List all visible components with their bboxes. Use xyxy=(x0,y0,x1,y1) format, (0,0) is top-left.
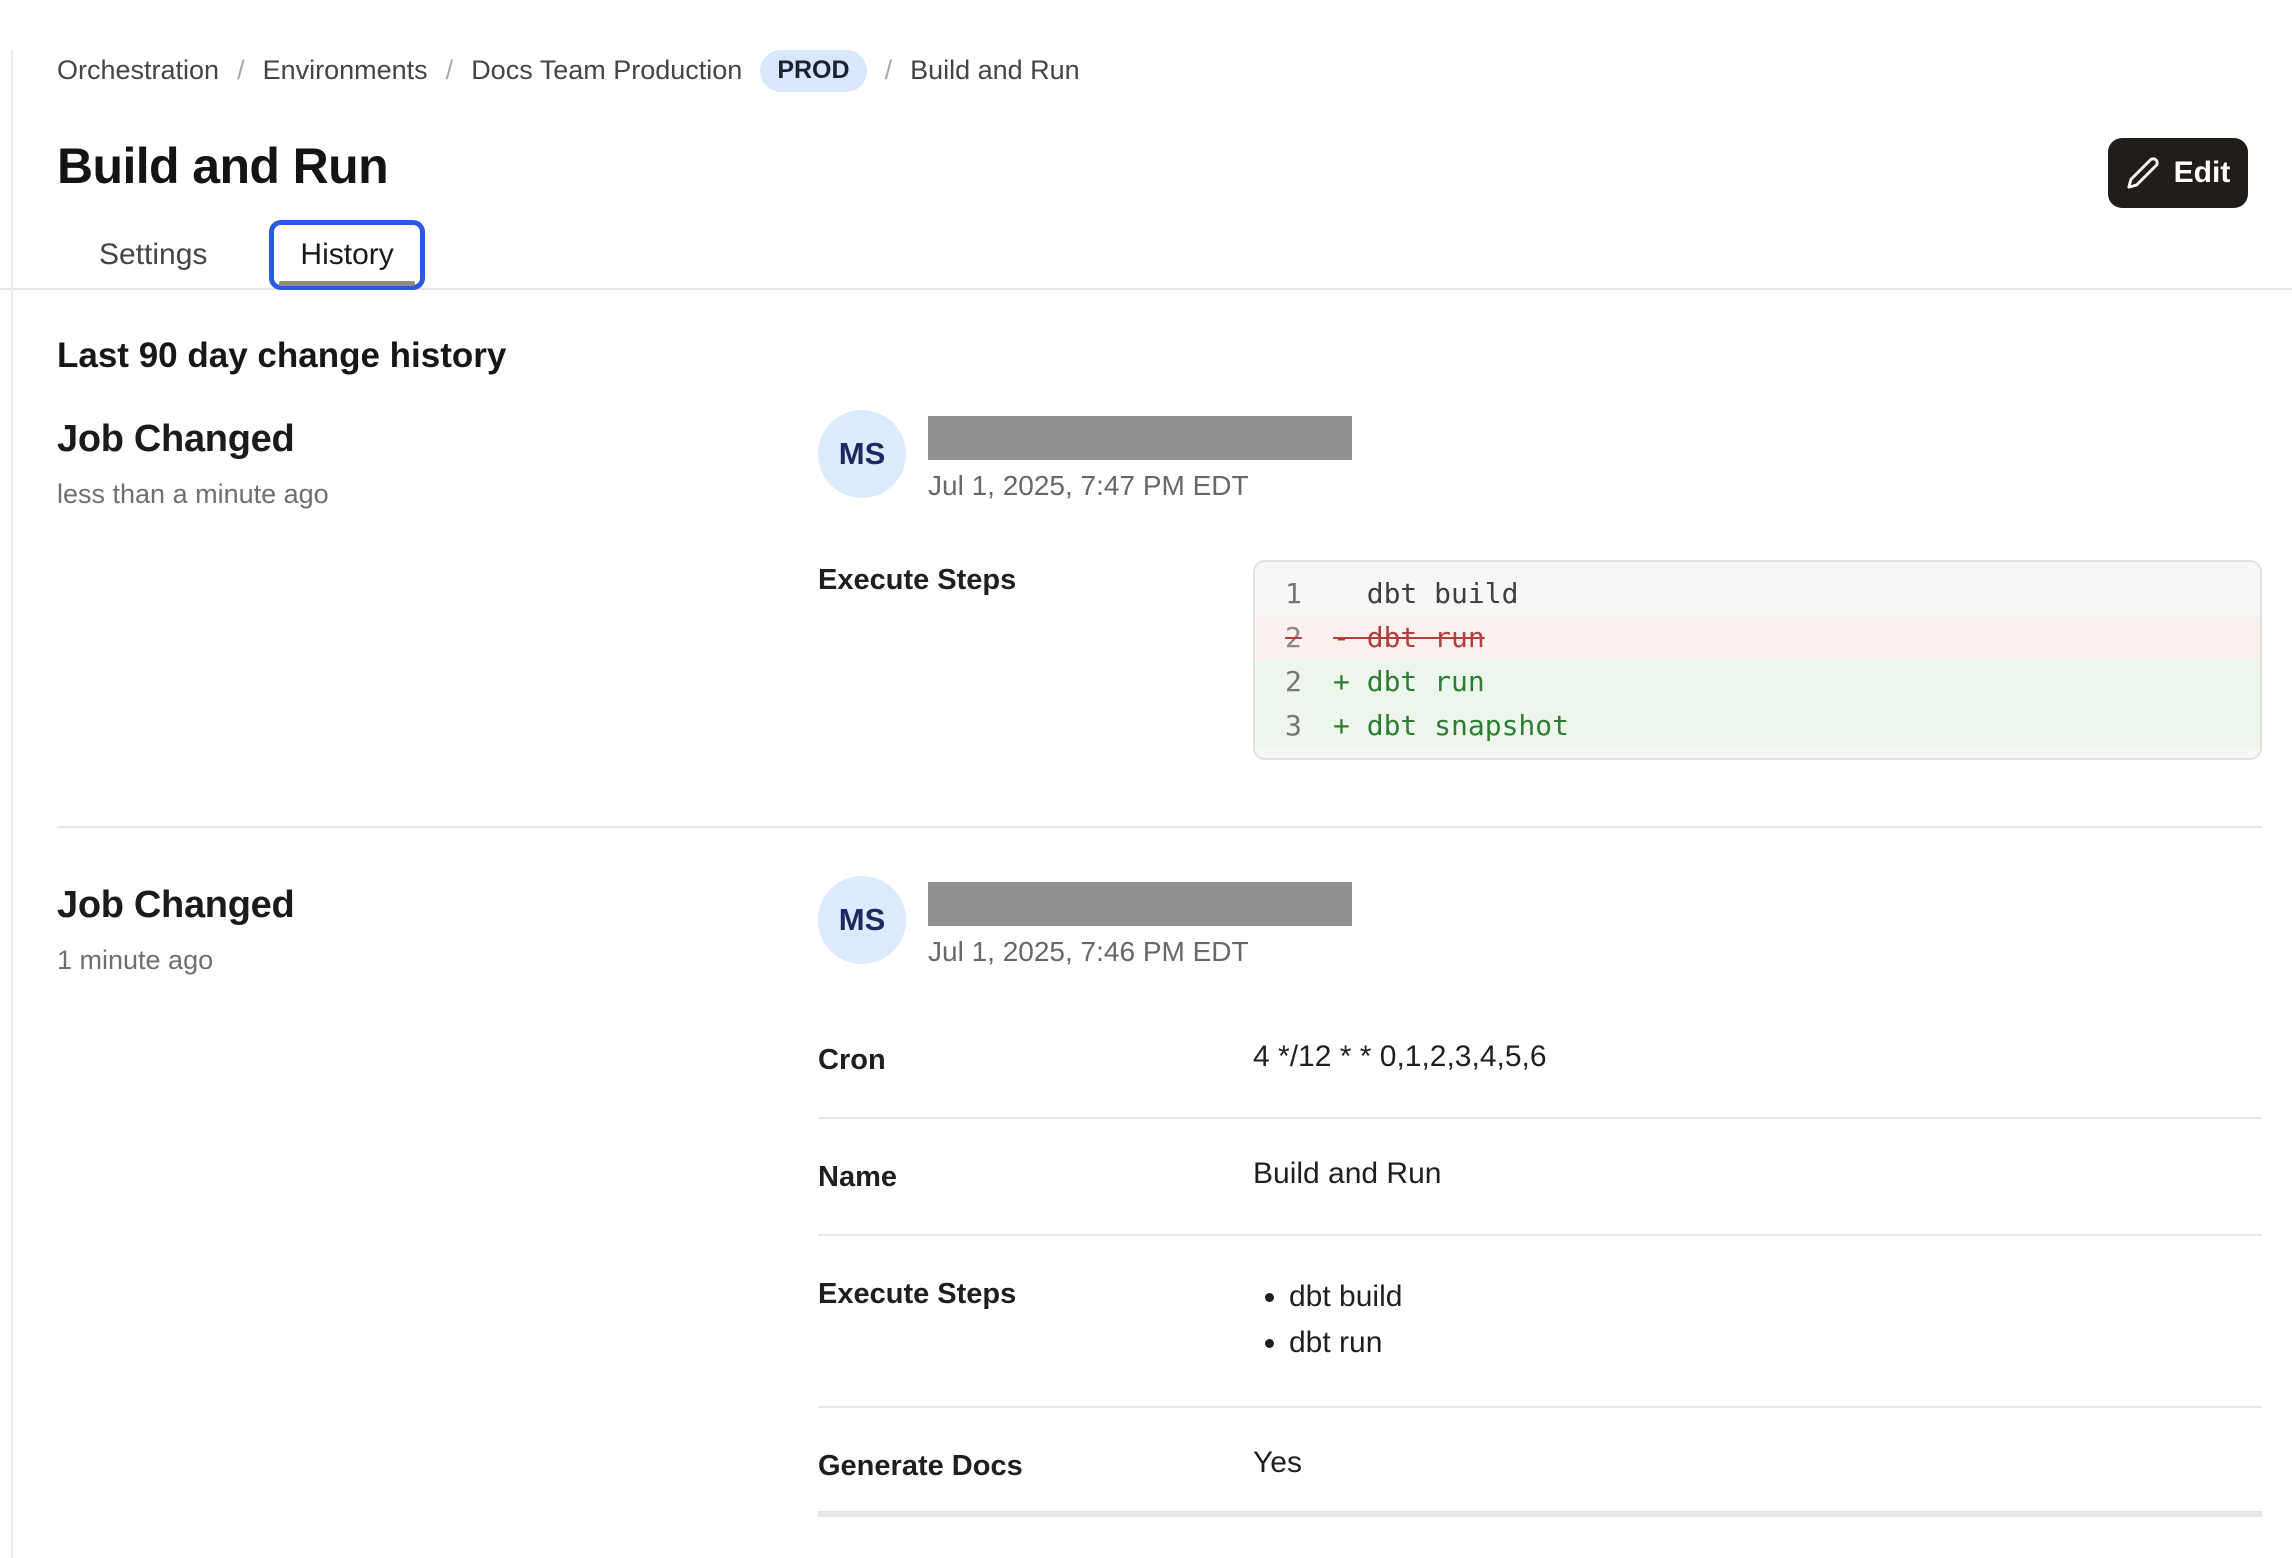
prod-environment-badge: PROD xyxy=(760,50,866,92)
job-history-page: Orchestration / Environments / Docs Team… xyxy=(0,50,2292,1517)
field-label: Execute Steps xyxy=(818,560,1253,760)
diff-line-number: 2 xyxy=(1255,616,1333,660)
entry-author: MS Jul 1, 2025, 7:46 PM EDT xyxy=(818,876,2262,968)
diff-line-added: 2 + dbt run xyxy=(1255,660,2260,704)
panel-left-border xyxy=(11,50,13,1558)
breadcrumb-separator: / xyxy=(885,55,893,86)
edit-button[interactable]: Edit xyxy=(2108,138,2248,208)
breadcrumb-environments[interactable]: Environments xyxy=(263,55,428,86)
changed-fields: Execute Steps 1 dbt build 2 - dbt run xyxy=(818,560,2262,760)
page-header: Build and Run Edit xyxy=(57,138,2292,208)
breadcrumb-orchestration[interactable]: Orchestration xyxy=(57,55,219,86)
entry-time-ago: 1 minute ago xyxy=(57,945,818,976)
field-row-name: Name Build and Run xyxy=(818,1119,2262,1236)
diff-line-number: 1 xyxy=(1255,572,1333,616)
edit-button-label: Edit xyxy=(2174,156,2231,190)
entry-timestamp: Jul 1, 2025, 7:46 PM EDT xyxy=(928,936,1352,968)
diff-line-number: 2 xyxy=(1255,660,1333,704)
field-label: Generate Docs xyxy=(818,1446,1253,1483)
breadcrumb-separator: / xyxy=(237,55,245,86)
avatar: MS xyxy=(818,876,906,964)
tab-bar: Settings History xyxy=(0,220,2292,290)
execute-step-item: dbt build xyxy=(1289,1274,2262,1320)
field-row-generate-docs: Generate Docs Yes xyxy=(818,1408,2262,1517)
page-title: Build and Run xyxy=(57,138,388,194)
breadcrumb: Orchestration / Environments / Docs Team… xyxy=(57,50,2292,92)
tab-history[interactable]: History xyxy=(269,220,424,290)
execute-steps-diff: 1 dbt build 2 - dbt run 2 + dbt run xyxy=(1253,560,2262,760)
field-label: Name xyxy=(818,1157,1253,1194)
entry-time-ago: less than a minute ago xyxy=(57,479,818,510)
diff-line-context: 1 dbt build xyxy=(1255,572,2260,616)
change-entry: Job Changed 1 minute ago MS Jul 1, 2025,… xyxy=(57,876,2292,1517)
tab-settings[interactable]: Settings xyxy=(75,222,231,288)
field-label: Cron xyxy=(818,1040,1253,1077)
entry-summary: Job Changed less than a minute ago xyxy=(57,410,818,760)
breadcrumb-separator: / xyxy=(446,55,454,86)
entry-title: Job Changed xyxy=(57,884,818,927)
entry-author: MS Jul 1, 2025, 7:47 PM EDT xyxy=(818,410,2262,502)
entry-divider xyxy=(57,826,2262,828)
diff-line-number: 3 xyxy=(1255,704,1333,748)
execute-step-item: dbt run xyxy=(1289,1320,2262,1366)
active-tab-indicator xyxy=(279,281,414,286)
entry-summary: Job Changed 1 minute ago xyxy=(57,876,818,1517)
field-value: 4 */12 * * 0,1,2,3,4,5,6 xyxy=(1253,1040,2262,1077)
diff-line-code: + dbt run xyxy=(1333,660,1485,704)
field-value: Yes xyxy=(1253,1446,2262,1483)
diff-line-added: 3 + dbt snapshot xyxy=(1255,704,2260,748)
changed-fields: Cron 4 */12 * * 0,1,2,3,4,5,6 Name Build… xyxy=(818,1004,2262,1517)
entry-details: MS Jul 1, 2025, 7:46 PM EDT Cron 4 */12 … xyxy=(818,876,2292,1517)
tab-history-label: History xyxy=(300,238,393,271)
redacted-username-bar xyxy=(928,416,1352,460)
field-row-execute-steps: Execute Steps dbt build dbt run xyxy=(818,1236,2262,1408)
entry-details: MS Jul 1, 2025, 7:47 PM EDT Execute Step… xyxy=(818,410,2292,760)
redacted-username-bar xyxy=(928,882,1352,926)
diff-line-code: + dbt snapshot xyxy=(1333,704,1569,748)
author-meta: Jul 1, 2025, 7:47 PM EDT xyxy=(928,410,1352,502)
breadcrumb-current-page: Build and Run xyxy=(910,55,1080,86)
field-row-cron: Cron 4 */12 * * 0,1,2,3,4,5,6 xyxy=(818,1004,2262,1119)
field-value: Build and Run xyxy=(1253,1157,2262,1194)
entry-timestamp: Jul 1, 2025, 7:47 PM EDT xyxy=(928,470,1352,502)
execute-steps-list: dbt build dbt run xyxy=(1253,1274,2262,1366)
avatar: MS xyxy=(818,410,906,498)
diff-line-code: - dbt run xyxy=(1333,616,1485,660)
change-entry: Job Changed less than a minute ago MS Ju… xyxy=(57,410,2292,760)
diff-line-code: dbt build xyxy=(1333,572,1518,616)
diff-line-removed: 2 - dbt run xyxy=(1255,616,2260,660)
pencil-icon xyxy=(2126,156,2160,190)
field-label: Execute Steps xyxy=(818,1274,1253,1366)
breadcrumb-environment-name[interactable]: Docs Team Production xyxy=(471,55,742,86)
change-history-heading: Last 90 day change history xyxy=(57,336,2292,376)
author-meta: Jul 1, 2025, 7:46 PM EDT xyxy=(928,876,1352,968)
field-row-execute-steps: Execute Steps 1 dbt build 2 - dbt run xyxy=(818,560,2262,760)
entry-title: Job Changed xyxy=(57,418,818,461)
